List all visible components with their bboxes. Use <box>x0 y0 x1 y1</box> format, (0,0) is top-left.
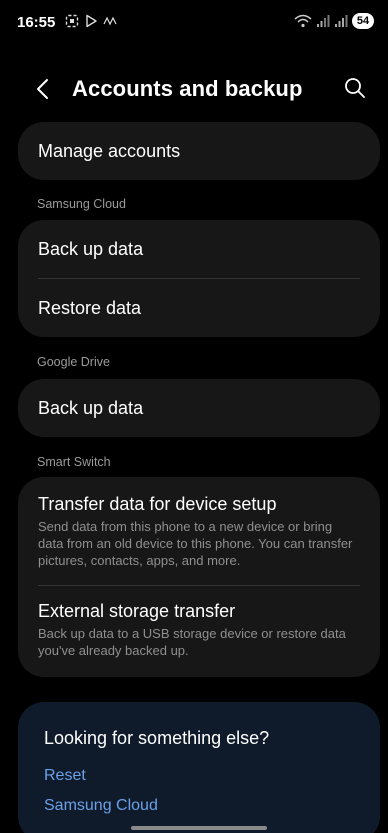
samsung-cloud-backup-item[interactable]: Back up data <box>18 220 380 278</box>
reset-link[interactable]: Reset <box>44 767 354 785</box>
section-samsung-cloud: Samsung Cloud <box>37 197 126 211</box>
back-button[interactable] <box>32 76 56 102</box>
smart-switch-card: Transfer data for device setup Send data… <box>18 477 380 677</box>
home-indicator[interactable] <box>131 826 267 830</box>
transfer-data-label: Transfer data for device setup <box>38 494 277 514</box>
google-drive-backup-label: Back up data <box>38 398 144 418</box>
external-storage-description: Back up data to a USB storage device or … <box>38 626 346 658</box>
status-bar: 16:55 54 <box>0 0 388 52</box>
app-bar: Accounts and backup <box>0 66 388 112</box>
status-right: 54 <box>294 13 374 29</box>
wifi-icon <box>294 14 312 28</box>
manage-accounts-label: Manage accounts <box>38 141 181 161</box>
samsung-cloud-restore-item[interactable]: Restore data <box>18 279 380 337</box>
suggestions-card: Looking for something else? Reset Samsun… <box>18 702 380 833</box>
screenshot-icon <box>65 14 79 28</box>
transfer-data-item[interactable]: Transfer data for device setup Send data… <box>18 477 380 585</box>
signal-wave-icon <box>103 16 117 26</box>
play-store-icon <box>86 14 97 28</box>
samsung-cloud-backup-label: Back up data <box>38 239 144 259</box>
cell-signal-2-icon <box>335 15 348 27</box>
external-storage-label: External storage transfer <box>38 601 236 621</box>
google-drive-card: Back up data <box>18 379 380 437</box>
section-google-drive: Google Drive <box>37 355 110 369</box>
samsung-cloud-link[interactable]: Samsung Cloud <box>44 797 354 815</box>
manage-accounts-card: Manage accounts <box>18 122 380 180</box>
section-smart-switch: Smart Switch <box>37 455 111 469</box>
status-left-icons <box>65 14 119 28</box>
manage-accounts-item[interactable]: Manage accounts <box>18 122 380 180</box>
samsung-cloud-card: Back up data Restore data <box>18 220 380 337</box>
status-time: 16:55 <box>17 14 56 31</box>
external-storage-item[interactable]: External storage transfer Back up data t… <box>18 586 380 677</box>
samsung-cloud-restore-label: Restore data <box>38 298 142 318</box>
search-button[interactable] <box>342 75 368 101</box>
screen: 16:55 54 Accounts and backup Manage acco… <box>0 0 388 833</box>
page-title: Accounts and backup <box>72 76 303 101</box>
battery-indicator: 54 <box>352 13 374 29</box>
suggestions-title: Looking for something else? <box>44 728 270 748</box>
chevron-left-icon <box>37 79 48 99</box>
transfer-data-description: Send data from this phone to a new devic… <box>38 519 353 568</box>
cell-signal-icon <box>317 15 330 27</box>
google-drive-backup-item[interactable]: Back up data <box>18 379 380 437</box>
search-icon <box>345 78 365 98</box>
